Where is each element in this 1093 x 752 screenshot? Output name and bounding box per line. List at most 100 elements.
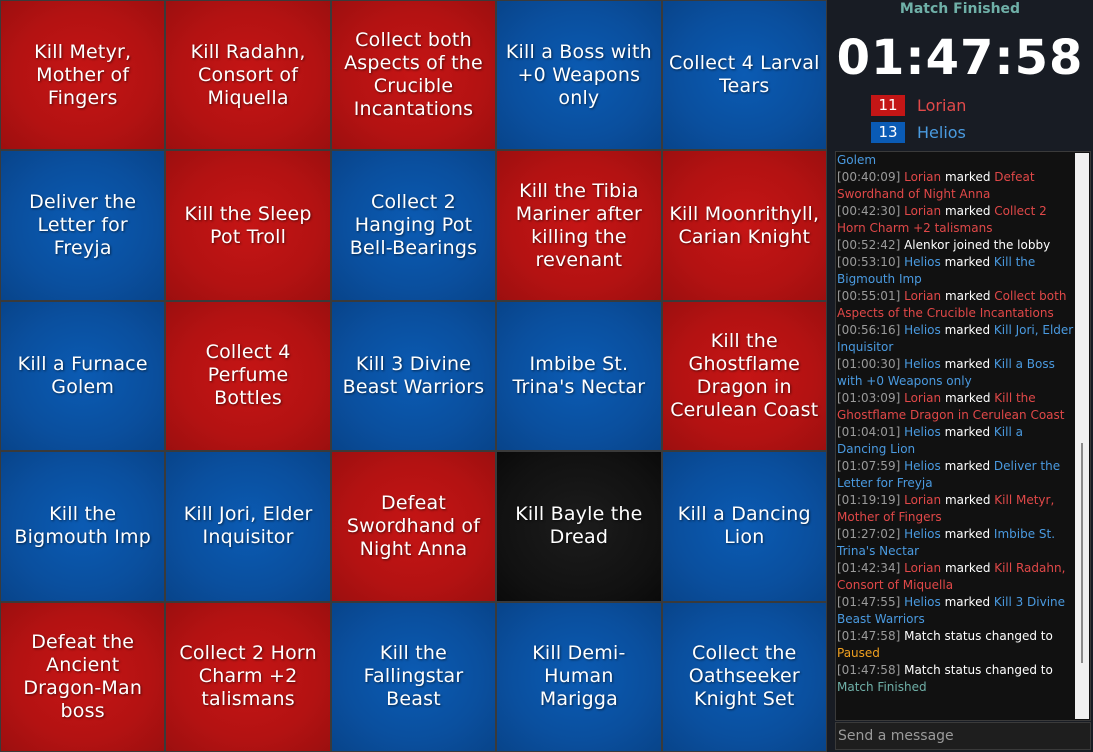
log-text: Lorian bbox=[904, 204, 942, 218]
bingo-board: Kill Metyr, Mother of Fingers Kill Radahn… bbox=[0, 0, 827, 752]
log-text: Helios bbox=[904, 595, 941, 609]
log-text: Helios bbox=[904, 527, 941, 541]
log-timestamp: [01:47:58] bbox=[837, 629, 901, 643]
log-text: marked bbox=[940, 357, 994, 371]
chat-log-entry: [00:40:09] Lorian marked Defeat Swordhan… bbox=[837, 169, 1075, 203]
log-timestamp: [01:47:58] bbox=[837, 663, 901, 677]
log-text: Helios bbox=[904, 425, 941, 439]
log-text: Lorian bbox=[904, 289, 942, 303]
log-timestamp: [00:55:01] bbox=[837, 289, 901, 303]
log-timestamp: [01:00:30] bbox=[837, 357, 901, 371]
log-timestamp: [01:07:59] bbox=[837, 459, 901, 473]
bingo-cell[interactable]: Kill a Dancing Lion bbox=[662, 452, 826, 601]
bingo-cell[interactable]: Deliver the Letter for Freyja bbox=[1, 151, 165, 300]
team-score-lorian: 11 Lorian bbox=[871, 94, 966, 116]
log-text: marked bbox=[940, 595, 994, 609]
log-text: Paused bbox=[837, 646, 880, 660]
chat-log: Golem [00:40:09] Lorian marked Defeat Swo… bbox=[837, 152, 1075, 696]
bingo-cell[interactable]: Defeat the Ancient Dragon-Man boss bbox=[1, 602, 165, 751]
log-text: marked bbox=[940, 255, 994, 269]
log-text: Alenkor joined the lobby bbox=[904, 238, 1051, 252]
log-text: marked bbox=[940, 459, 994, 473]
chat-log-entry: [00:55:01] Lorian marked Collect both As… bbox=[837, 288, 1075, 322]
log-timestamp: [01:42:34] bbox=[837, 561, 901, 575]
chat-log-entry: [01:47:58] Match status changed to Match… bbox=[837, 662, 1075, 696]
log-text: Lorian bbox=[904, 391, 942, 405]
chat-log-entry: [01:04:01] Helios marked Kill a Dancing … bbox=[837, 424, 1075, 458]
bingo-cell[interactable]: Kill Radahn, Consort of Miquella bbox=[166, 1, 330, 150]
bingo-cell[interactable]: Kill Moonrithyll, Carian Knight bbox=[662, 151, 826, 300]
log-text: marked bbox=[940, 425, 994, 439]
chat-log-entry: [01:42:34] Lorian marked Kill Radahn, Co… bbox=[837, 560, 1075, 594]
log-text: Match status changed to bbox=[904, 663, 1053, 677]
match-sidebar: Match Finished 01:47:58 11 Lorian 13 Hel… bbox=[827, 0, 1093, 752]
message-input[interactable] bbox=[835, 722, 1091, 750]
log-text: Lorian bbox=[904, 493, 942, 507]
log-timestamp: [00:53:10] bbox=[837, 255, 901, 269]
log-text: marked bbox=[940, 323, 994, 337]
bingo-cell[interactable]: Imbibe St. Trina's Nectar bbox=[497, 301, 661, 451]
bingo-cell[interactable]: Kill Bayle the Dread bbox=[497, 452, 661, 601]
chat-log-entry: [01:00:30] Helios marked Kill a Boss wit… bbox=[837, 356, 1075, 390]
log-timestamp: [01:27:02] bbox=[837, 527, 901, 541]
log-text: Match status changed to bbox=[904, 629, 1053, 643]
log-text: Lorian bbox=[904, 561, 942, 575]
log-text: Helios bbox=[904, 323, 941, 337]
bingo-cell[interactable]: Kill Demi-Human Marigga bbox=[497, 602, 661, 751]
team-name: Helios bbox=[917, 122, 966, 142]
bingo-cell[interactable]: Kill a Furnace Golem bbox=[1, 301, 165, 451]
chat-log-scrollbar[interactable] bbox=[1075, 153, 1089, 719]
match-status: Match Finished bbox=[899, 1, 1021, 17]
log-text: Helios bbox=[904, 459, 941, 473]
log-timestamp: [00:42:30] bbox=[837, 204, 901, 218]
bingo-cell[interactable]: Collect the Oathseeker Knight Set bbox=[662, 602, 826, 751]
chat-log-panel[interactable]: Golem [00:40:09] Lorian marked Defeat Swo… bbox=[835, 151, 1091, 721]
log-text: marked bbox=[941, 561, 995, 575]
chat-log-entry: [01:47:58] Match status changed to Pause… bbox=[837, 628, 1075, 662]
log-text: marked bbox=[941, 493, 995, 507]
bingo-cell[interactable]: Collect both Aspects of the Crucible Inc… bbox=[331, 1, 496, 150]
log-text: marked bbox=[941, 170, 995, 184]
bingo-cell[interactable]: Kill the Fallingstar Beast bbox=[331, 602, 496, 751]
chat-log-entry: Golem bbox=[837, 152, 1075, 169]
log-text: marked bbox=[941, 391, 995, 405]
bingo-cell[interactable]: Kill a Boss with +0 Weapons only bbox=[497, 1, 661, 150]
bingo-cell[interactable]: Collect 2 Horn Charm +2 talismans bbox=[166, 602, 330, 751]
log-text: marked bbox=[941, 204, 995, 218]
team-score-count: 11 bbox=[871, 94, 905, 116]
log-text: Golem bbox=[837, 153, 877, 167]
bingo-cell[interactable]: Collect 4 Larval Tears bbox=[662, 1, 826, 150]
log-text: Helios bbox=[904, 357, 941, 371]
match-timer: 01:47:58 bbox=[836, 30, 1084, 86]
chat-log-entry: [01:47:55] Helios marked Kill 3 Divine B… bbox=[837, 594, 1075, 628]
chat-log-scroll-thumb[interactable] bbox=[1081, 443, 1083, 663]
team-name: Lorian bbox=[917, 95, 967, 115]
bingo-cell[interactable]: Defeat Swordhand of Night Anna bbox=[331, 452, 496, 601]
log-text: marked bbox=[941, 289, 995, 303]
bingo-cell[interactable]: Kill the Bigmouth Imp bbox=[1, 452, 165, 601]
log-timestamp: [00:56:16] bbox=[837, 323, 901, 337]
log-timestamp: [00:52:42] bbox=[837, 238, 901, 252]
chat-log-entry: [01:03:09] Lorian marked Kill the Ghostf… bbox=[837, 390, 1075, 424]
chat-log-entry: [00:42:30] Lorian marked Collect 2 Horn … bbox=[837, 203, 1075, 237]
chat-log-entry: [01:19:19] Lorian marked Kill Metyr, Mot… bbox=[837, 492, 1075, 526]
bingo-cell[interactable]: Kill the Ghostflame Dragon in Cerulean C… bbox=[662, 301, 826, 451]
team-score-helios: 13 Helios bbox=[871, 121, 966, 143]
bingo-cell[interactable]: Kill the Tibia Mariner after killing the… bbox=[497, 151, 661, 300]
chat-log-entry: [01:27:02] Helios marked Imbibe St. Trin… bbox=[837, 526, 1075, 560]
log-text: marked bbox=[940, 527, 994, 541]
bingo-cell[interactable]: Kill Jori, Elder Inquisitor bbox=[166, 452, 330, 601]
bingo-cell[interactable]: Collect 2 Hanging Pot Bell-Bearings bbox=[331, 151, 496, 300]
chat-log-entry: [00:53:10] Helios marked Kill the Bigmou… bbox=[837, 254, 1075, 288]
bingo-cell[interactable]: Kill the Sleep Pot Troll bbox=[166, 151, 330, 300]
bingo-cell[interactable]: Kill Metyr, Mother of Fingers bbox=[1, 1, 165, 150]
bingo-cell[interactable]: Kill 3 Divine Beast Warriors bbox=[331, 301, 496, 451]
log-timestamp: [01:04:01] bbox=[837, 425, 901, 439]
log-timestamp: [01:03:09] bbox=[837, 391, 901, 405]
chat-log-entry: [01:07:59] Helios marked Deliver the Let… bbox=[837, 458, 1075, 492]
log-text: Match Finished bbox=[837, 680, 927, 694]
log-timestamp: [01:47:55] bbox=[837, 595, 901, 609]
team-score-count: 13 bbox=[871, 121, 905, 143]
log-text: Lorian bbox=[904, 170, 942, 184]
bingo-cell[interactable]: Collect 4 Perfume Bottles bbox=[166, 301, 330, 451]
